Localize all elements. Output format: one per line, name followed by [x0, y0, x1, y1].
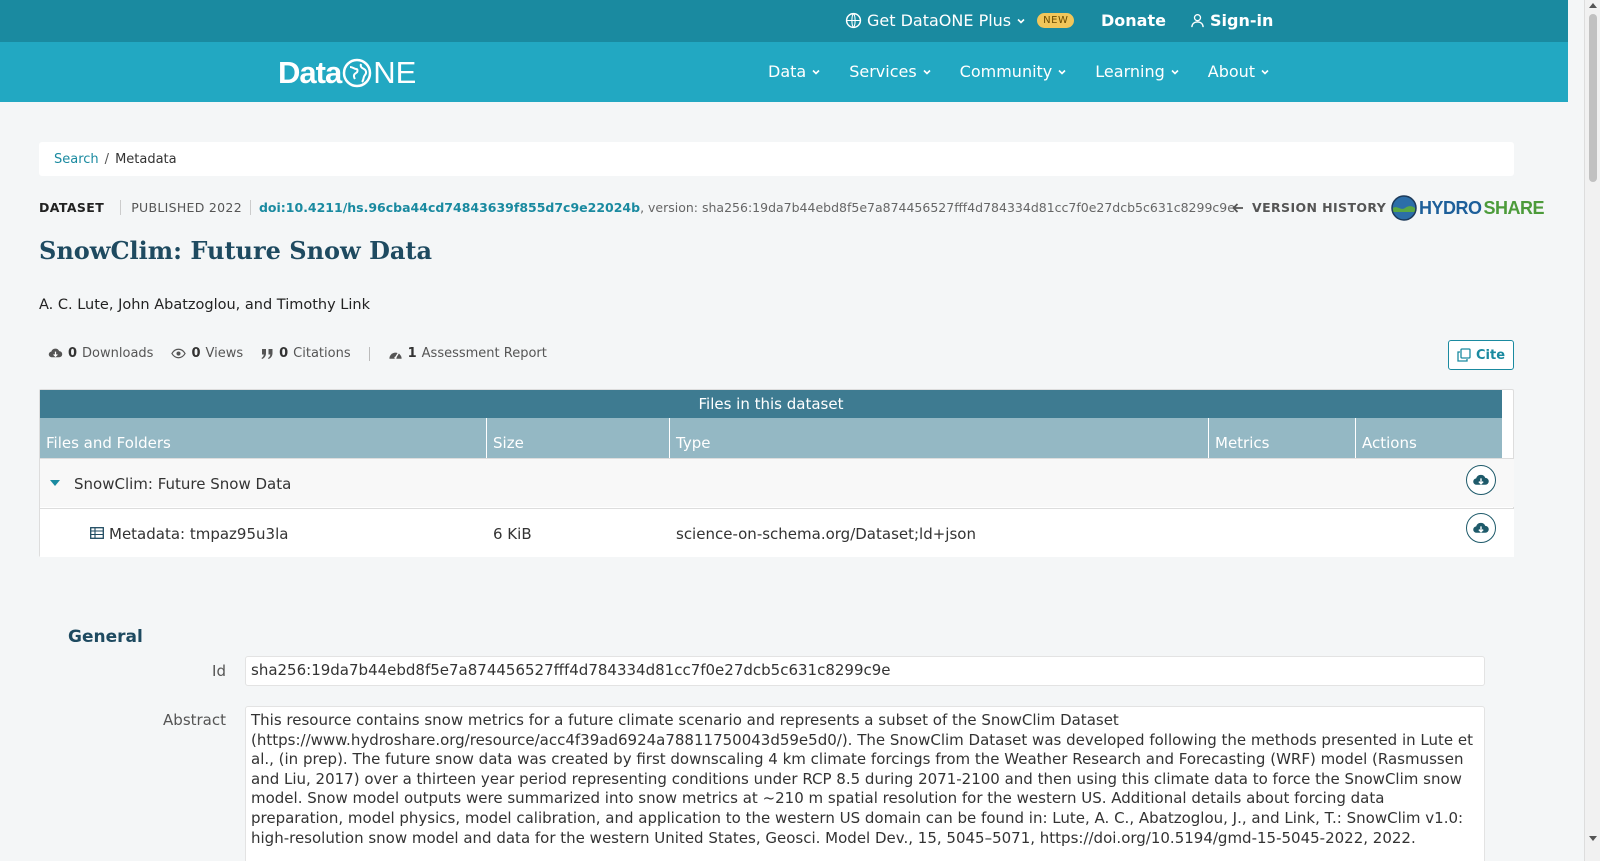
nav-item-label: Data: [768, 62, 807, 81]
hydroshare-logo[interactable]: HYDRO SHARE: [1391, 195, 1545, 221]
nav-item-data[interactable]: Data: [768, 62, 821, 81]
breadcrumb: Search / Metadata: [39, 142, 1514, 176]
cloud-download-icon: [48, 348, 63, 358]
cloud-download-icon: [1473, 522, 1489, 533]
cite-label: Cite: [1475, 347, 1506, 363]
chevron-down-icon: [1017, 18, 1025, 24]
published-year: PUBLISHED 2022: [120, 200, 242, 215]
download-file-button[interactable]: [1466, 513, 1496, 543]
file-type: science-on-schema.org/Dataset;ld+json: [676, 525, 976, 543]
nav-item-label: Services: [849, 62, 917, 81]
column-header-size: Size: [487, 418, 670, 458]
views-count: 0: [191, 346, 201, 361]
breadcrumb-current: Metadata: [115, 152, 177, 167]
gauge-icon: [389, 352, 402, 359]
quote-icon: [261, 348, 273, 359]
sign-in-label: Sign-in: [1210, 11, 1274, 30]
logo-text-ne: NE: [373, 55, 417, 90]
files-table-caption: Files in this dataset: [40, 390, 1502, 418]
assessment-report-metric[interactable]: 1 Assessment Report: [388, 346, 547, 361]
version-history-link[interactable]: VERSION HISTORY: [1232, 200, 1386, 215]
general-section-heading: General: [68, 627, 143, 647]
nav-item-label: Community: [959, 62, 1053, 81]
caret-down-icon[interactable]: [50, 479, 60, 487]
nav-item-community[interactable]: Community: [960, 62, 1068, 81]
get-dataone-plus-label: Get DataONE Plus: [867, 11, 1012, 30]
dataset-metrics: 0 Downloads 0 Views 0 Citations 1 Assessment…: [48, 346, 547, 361]
dataset-title: SnowClim: Future Snow Data: [39, 236, 433, 265]
dataset-authors: A. C. Lute, John Abatzoglou, and Timothy…: [39, 297, 370, 313]
nav-item-label: About: [1207, 62, 1256, 81]
column-header-metrics: Metrics: [1209, 418, 1356, 458]
nav-item-label: Learning: [1095, 62, 1165, 81]
hydroshare-globe-icon: [1391, 195, 1417, 221]
files-table-header: Files and Folders Size Type Metrics Acti…: [40, 418, 1502, 458]
file-name[interactable]: Metadata: tmpaz95u3la: [109, 525, 288, 543]
assessment-label: Assessment Report: [421, 346, 547, 361]
logo-text-data: Data: [278, 55, 342, 90]
doi-link[interactable]: doi:10.4211/hs.96cba44cd74843639f855d7c9…: [249, 200, 640, 215]
citations-metric[interactable]: 0 Citations: [261, 346, 351, 361]
cite-button[interactable]: Cite: [1448, 340, 1514, 370]
version-history-label: VERSION HISTORY: [1252, 200, 1387, 215]
files-table: Files in this dataset Files and Folders …: [39, 389, 1514, 557]
cloud-download-icon: [1473, 474, 1489, 485]
user-icon: [1191, 14, 1204, 28]
abstract-value: This resource contains snow metrics for …: [245, 706, 1485, 861]
chevron-down-icon: [923, 69, 931, 75]
chevron-down-icon: [1058, 69, 1066, 75]
breadcrumb-separator: /: [104, 152, 110, 167]
scroll-down-arrow[interactable]: [1589, 836, 1597, 841]
dataone-logo[interactable]: Data NE: [278, 55, 416, 91]
table-row-folder[interactable]: SnowClim: Future Snow Data: [40, 458, 1514, 507]
globe-plus-icon: [845, 12, 862, 29]
arrow-left-icon: [1232, 202, 1243, 213]
top-utility-bar: Get DataONE Plus NEW Donate Sign-in: [0, 0, 1568, 42]
views-metric[interactable]: 0 Views: [171, 346, 243, 361]
nav-item-learning[interactable]: Learning: [1095, 62, 1179, 81]
citations-label: Citations: [293, 346, 351, 361]
dataset-citation-line: DATASET PUBLISHED 2022 doi:10.4211/hs.96…: [39, 200, 1235, 215]
new-badge: NEW: [1037, 13, 1075, 28]
table-row[interactable]: Metadata: tmpaz95u3la 6 KiB science-on-s…: [40, 508, 1514, 557]
citations-count: 0: [279, 346, 289, 361]
breadcrumb-search-link[interactable]: Search: [54, 152, 99, 167]
copy-icon: [1457, 348, 1471, 362]
id-label: Id: [212, 662, 226, 680]
assessment-count: 1: [407, 346, 417, 361]
nav-menu: Data Services Community Learning About: [768, 62, 1270, 81]
column-header-actions: Actions: [1362, 434, 1417, 452]
chevron-down-icon: [1261, 69, 1269, 75]
sign-in-link[interactable]: Sign-in: [1190, 11, 1273, 30]
globe-icon: [342, 58, 372, 88]
file-size: 6 KiB: [493, 525, 532, 543]
table-icon: [90, 527, 104, 539]
donate-link[interactable]: Donate: [1101, 11, 1166, 30]
version-text: , version: sha256:19da7b44ebd8f5e7a87445…: [640, 200, 1235, 215]
folder-name: SnowClim: Future Snow Data: [74, 475, 292, 493]
page-scrollbar[interactable]: [1584, 0, 1600, 861]
nav-item-services[interactable]: Services: [849, 62, 931, 81]
hydroshare-logo-text-a: HYDRO: [1419, 197, 1482, 218]
column-header-files: Files and Folders: [40, 418, 487, 458]
downloads-metric[interactable]: 0 Downloads: [48, 346, 153, 361]
download-folder-button[interactable]: [1466, 465, 1496, 495]
downloads-count: 0: [68, 346, 78, 361]
chevron-down-icon: [812, 69, 820, 75]
id-value: sha256:19da7b44ebd8f5e7a874456527fff4d78…: [245, 656, 1485, 686]
views-label: Views: [205, 346, 244, 361]
dataset-type-label: DATASET: [39, 200, 105, 215]
main-navigation: Data NE Data Services Community Learning…: [0, 42, 1568, 102]
metrics-divider: [368, 346, 370, 361]
chevron-down-icon: [1171, 69, 1179, 75]
scrollbar-thumb[interactable]: [1589, 14, 1597, 182]
scroll-up-arrow[interactable]: [1589, 3, 1597, 8]
column-header-type: Type: [670, 418, 1209, 458]
get-dataone-plus-menu[interactable]: Get DataONE Plus NEW: [845, 11, 1075, 30]
eye-icon: [171, 348, 187, 359]
nav-item-about[interactable]: About: [1208, 62, 1270, 81]
downloads-label: Downloads: [82, 346, 154, 361]
abstract-label: Abstract: [163, 711, 226, 729]
hydroshare-logo-text-b: SHARE: [1483, 197, 1545, 218]
